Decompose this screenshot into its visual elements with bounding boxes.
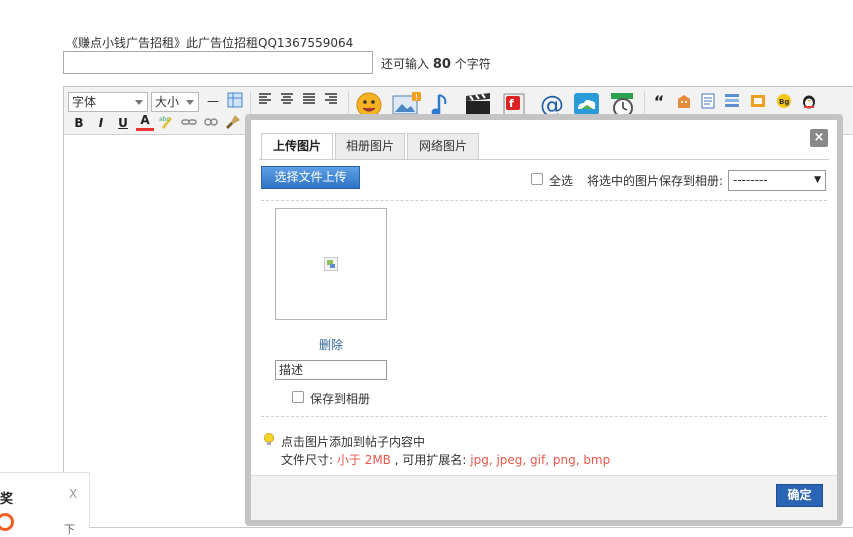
broken-image-icon: [324, 257, 338, 271]
tab-divider: [259, 159, 829, 160]
font-select[interactable]: 字体: [68, 92, 148, 112]
align-left-icon: [259, 93, 271, 104]
size-limit: 小于 2MB: [336, 453, 391, 467]
save-to-album-checkbox-label: 保存到相册: [310, 392, 371, 406]
frame-icon: [751, 95, 765, 107]
bg-color-icon: Bg: [777, 94, 791, 108]
doc-icon: [701, 93, 715, 109]
building-icon: [678, 95, 690, 108]
highlight-button[interactable]: abc: [158, 114, 176, 132]
align-justify-button[interactable]: [300, 92, 318, 110]
size-info: 文件尺寸: 小于 2MB , 可用扩展名: jpg, jpeg, gif, pn…: [281, 451, 610, 468]
counter-suffix: 个字符: [454, 57, 491, 71]
quote-button[interactable]: “: [650, 93, 668, 111]
penguin-icon: [803, 95, 815, 109]
hr-button[interactable]: —: [204, 92, 222, 110]
highlight-icon: abc: [159, 116, 172, 129]
italic-button[interactable]: I: [92, 114, 110, 132]
lightbulb-icon: [264, 433, 274, 445]
side-popup-badge-icon: [0, 513, 14, 531]
image-thumbnail[interactable]: [275, 208, 387, 320]
underline-button[interactable]: U: [114, 114, 132, 132]
unlink-button[interactable]: [202, 114, 220, 132]
title-input[interactable]: [63, 51, 373, 74]
ext-label: , 可用扩展名:: [394, 453, 467, 467]
description-input[interactable]: 描述: [275, 360, 387, 380]
table-button[interactable]: [226, 92, 244, 110]
svg-text:!: !: [415, 93, 418, 102]
counter-prefix: 还可输入: [381, 57, 430, 71]
ok-button[interactable]: 确定: [776, 484, 823, 507]
char-counter: 还可输入 80 个字符: [381, 55, 491, 72]
chevron-down-icon: ▼: [814, 175, 821, 185]
align-right-button[interactable]: [322, 92, 340, 110]
list-button[interactable]: [724, 93, 740, 109]
album-select[interactable]: -------- ▼: [728, 170, 826, 191]
link-icon: [181, 119, 197, 125]
align-center-button[interactable]: [278, 92, 296, 110]
save-to-album-checkbox[interactable]: [292, 391, 304, 403]
align-justify-icon: [303, 93, 315, 104]
frame-button[interactable]: [750, 93, 766, 109]
chevron-down-icon: [135, 100, 143, 105]
size-select-value: 大小: [155, 95, 180, 109]
svg-text:f: f: [509, 97, 514, 110]
tip-text: 点击图片添加到帖子内容中: [281, 435, 426, 449]
close-button[interactable]: ×: [810, 129, 828, 147]
brush-icon: [226, 115, 240, 129]
counter-count: 80: [432, 57, 451, 72]
tab-album-image[interactable]: 相册图片: [335, 133, 405, 160]
divider: [261, 200, 827, 201]
list-icon: [725, 94, 739, 107]
bold-button[interactable]: B: [70, 114, 88, 132]
align-right-icon: [325, 93, 337, 104]
svg-text:Bg: Bg: [779, 98, 789, 106]
doc-button[interactable]: [700, 93, 716, 109]
qq-button[interactable]: [801, 93, 817, 109]
size-select[interactable]: 大小: [151, 92, 199, 112]
align-center-icon: [281, 93, 293, 104]
clear-format-button[interactable]: [224, 114, 242, 132]
svg-text:abc: abc: [159, 116, 170, 123]
ext-list: jpg, jpeg, gif, png, bmp: [470, 453, 611, 467]
font-select-value: 字体: [72, 95, 97, 109]
dialog-tabs: 上传图片 相册图片 网络图片 ×: [251, 120, 837, 160]
side-popup-close[interactable]: X: [69, 487, 77, 501]
size-label: 文件尺寸:: [281, 453, 334, 467]
align-left-button[interactable]: [256, 92, 274, 110]
tab-web-image[interactable]: 网络图片: [407, 133, 479, 160]
side-popup: 奖 X 下: [0, 472, 90, 536]
link-button[interactable]: [180, 114, 198, 132]
divider: [261, 416, 827, 417]
unlink-icon: [204, 118, 218, 126]
chevron-down-icon: [186, 100, 194, 105]
select-all-label: 全选: [549, 174, 574, 188]
font-color-button[interactable]: A: [136, 113, 154, 131]
upload-image-dialog: 上传图片 相册图片 网络图片 × 选择文件上传 全选 将选中的图片保存到相册: …: [245, 114, 843, 526]
building-button[interactable]: [676, 93, 692, 109]
dialog-footer: 确定: [251, 475, 837, 520]
delete-link[interactable]: 删除: [275, 336, 387, 353]
side-popup-more: 下: [64, 523, 75, 536]
album-select-value: --------: [733, 173, 768, 187]
side-popup-title: 奖: [0, 492, 14, 507]
table-icon: [227, 92, 243, 108]
upload-file-button[interactable]: 选择文件上传: [261, 166, 360, 189]
bg-button[interactable]: Bg: [776, 93, 792, 109]
tab-upload-image[interactable]: 上传图片: [261, 133, 333, 160]
ad-line[interactable]: 《赚点小钱广告招租》此广告位招租QQ1367559064: [66, 34, 353, 51]
select-all-checkbox[interactable]: [531, 173, 543, 185]
save-to-album-label: 将选中的图片保存到相册:: [587, 174, 724, 188]
